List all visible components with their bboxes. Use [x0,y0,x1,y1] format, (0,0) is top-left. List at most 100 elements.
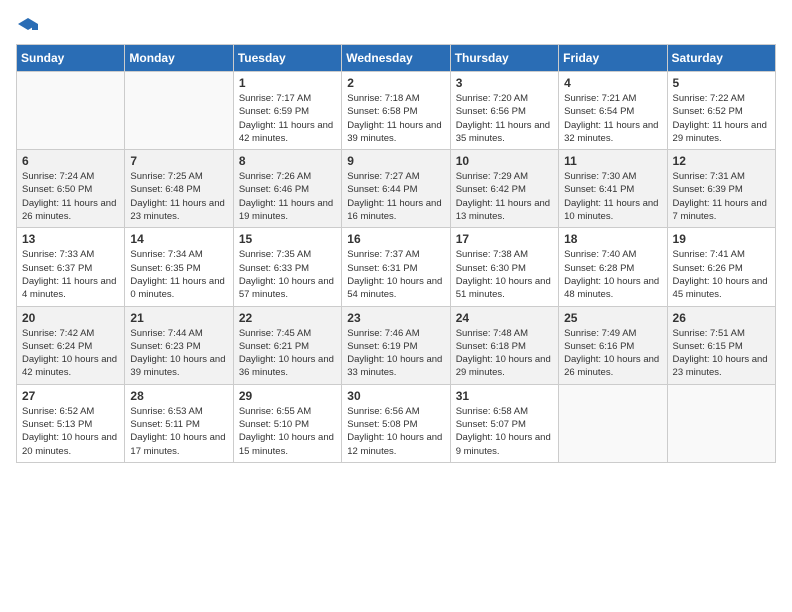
day-info: Sunrise: 7:30 AM Sunset: 6:41 PM Dayligh… [564,170,661,223]
day-info: Sunrise: 7:42 AM Sunset: 6:24 PM Dayligh… [22,327,119,380]
day-info: Sunrise: 7:21 AM Sunset: 6:54 PM Dayligh… [564,92,661,145]
calendar-day-cell: 14 Sunrise: 7:34 AM Sunset: 6:35 PM Dayli… [125,228,233,306]
day-info: Sunrise: 7:33 AM Sunset: 6:37 PM Dayligh… [22,248,119,301]
calendar-day-cell: 29 Sunrise: 6:55 AM Sunset: 5:10 PM Dayli… [233,384,341,462]
day-info: Sunrise: 7:40 AM Sunset: 6:28 PM Dayligh… [564,248,661,301]
calendar-week-row: 6 Sunrise: 7:24 AM Sunset: 6:50 PM Daylig… [17,150,776,228]
day-number: 26 [673,311,770,325]
day-number: 18 [564,232,661,246]
calendar-day-cell: 27 Sunrise: 6:52 AM Sunset: 5:13 PM Dayli… [17,384,125,462]
day-number: 11 [564,154,661,168]
calendar-day-cell: 18 Sunrise: 7:40 AM Sunset: 6:28 PM Dayli… [559,228,667,306]
day-number: 14 [130,232,227,246]
logo [16,16,38,32]
day-info: Sunrise: 7:27 AM Sunset: 6:44 PM Dayligh… [347,170,444,223]
day-number: 2 [347,76,444,90]
calendar-day-cell: 15 Sunrise: 7:35 AM Sunset: 6:33 PM Dayli… [233,228,341,306]
calendar-day-cell: 11 Sunrise: 7:30 AM Sunset: 6:41 PM Dayli… [559,150,667,228]
day-number: 17 [456,232,553,246]
calendar-day-cell: 24Sunrise: 7:48 AM Sunset: 6:18 PM Dayli… [450,306,558,384]
day-info: Sunrise: 6:55 AM Sunset: 5:10 PM Dayligh… [239,405,336,458]
day-of-week-header: Thursday [450,45,558,72]
day-info: Sunrise: 7:29 AM Sunset: 6:42 PM Dayligh… [456,170,553,223]
day-info: Sunrise: 7:45 AM Sunset: 6:21 PM Dayligh… [239,327,336,380]
day-number: 31 [456,389,553,403]
day-of-week-header: Friday [559,45,667,72]
calendar-day-cell: 12Sunrise: 7:31 AM Sunset: 6:39 PM Dayli… [667,150,775,228]
day-number: 8 [239,154,336,168]
day-number: 19 [673,232,770,246]
calendar-day-cell: 16 Sunrise: 7:37 AM Sunset: 6:31 PM Dayli… [342,228,450,306]
calendar-day-cell: 31 Sunrise: 6:58 AM Sunset: 5:07 PM Dayli… [450,384,558,462]
day-info: Sunrise: 6:52 AM Sunset: 5:13 PM Dayligh… [22,405,119,458]
day-info: Sunrise: 7:35 AM Sunset: 6:33 PM Dayligh… [239,248,336,301]
day-info: Sunrise: 7:37 AM Sunset: 6:31 PM Dayligh… [347,248,444,301]
day-number: 12 [673,154,770,168]
day-number: 22 [239,311,336,325]
day-info: Sunrise: 7:48 AM Sunset: 6:18 PM Dayligh… [456,327,553,380]
day-of-week-header: Wednesday [342,45,450,72]
calendar-header-row: SundayMondayTuesdayWednesdayThursdayFrid… [17,45,776,72]
day-number: 23 [347,311,444,325]
calendar-day-cell: 21 Sunrise: 7:44 AM Sunset: 6:23 PM Dayli… [125,306,233,384]
day-of-week-header: Sunday [17,45,125,72]
calendar-day-cell: 8 Sunrise: 7:26 AM Sunset: 6:46 PM Daylig… [233,150,341,228]
calendar-week-row: 13 Sunrise: 7:33 AM Sunset: 6:37 PM Dayli… [17,228,776,306]
calendar-table: SundayMondayTuesdayWednesdayThursdayFrid… [16,44,776,463]
calendar-day-cell: 1 Sunrise: 7:17 AM Sunset: 6:59 PM Daylig… [233,72,341,150]
calendar-day-cell: 5 Sunrise: 7:22 AM Sunset: 6:52 PM Daylig… [667,72,775,150]
calendar-week-row: 20 Sunrise: 7:42 AM Sunset: 6:24 PM Dayli… [17,306,776,384]
day-number: 9 [347,154,444,168]
day-info: Sunrise: 6:58 AM Sunset: 5:07 PM Dayligh… [456,405,553,458]
day-number: 15 [239,232,336,246]
day-info: Sunrise: 7:51 AM Sunset: 6:15 PM Dayligh… [673,327,770,380]
calendar-day-cell: 28Sunrise: 6:53 AM Sunset: 5:11 PM Dayli… [125,384,233,462]
day-info: Sunrise: 7:26 AM Sunset: 6:46 PM Dayligh… [239,170,336,223]
day-of-week-header: Saturday [667,45,775,72]
day-number: 7 [130,154,227,168]
day-number: 13 [22,232,119,246]
day-number: 3 [456,76,553,90]
day-info: Sunrise: 7:41 AM Sunset: 6:26 PM Dayligh… [673,248,770,301]
day-number: 21 [130,311,227,325]
day-info: Sunrise: 7:34 AM Sunset: 6:35 PM Dayligh… [130,248,227,301]
calendar-day-cell [125,72,233,150]
day-of-week-header: Monday [125,45,233,72]
calendar-day-cell: 10 Sunrise: 7:29 AM Sunset: 6:42 PM Dayli… [450,150,558,228]
day-number: 20 [22,311,119,325]
day-number: 5 [673,76,770,90]
day-number: 4 [564,76,661,90]
calendar-day-cell: 19 Sunrise: 7:41 AM Sunset: 6:26 PM Dayli… [667,228,775,306]
day-info: Sunrise: 7:24 AM Sunset: 6:50 PM Dayligh… [22,170,119,223]
day-number: 16 [347,232,444,246]
day-number: 27 [22,389,119,403]
day-info: Sunrise: 7:17 AM Sunset: 6:59 PM Dayligh… [239,92,336,145]
calendar-day-cell: 30 Sunrise: 6:56 AM Sunset: 5:08 PM Dayli… [342,384,450,462]
day-info: Sunrise: 7:49 AM Sunset: 6:16 PM Dayligh… [564,327,661,380]
calendar-day-cell [17,72,125,150]
calendar-day-cell: 2Sunrise: 7:18 AM Sunset: 6:58 PM Daylig… [342,72,450,150]
logo-bird-icon [18,16,38,36]
day-number: 25 [564,311,661,325]
calendar-day-cell: 22 Sunrise: 7:45 AM Sunset: 6:21 PM Dayli… [233,306,341,384]
day-number: 29 [239,389,336,403]
day-info: Sunrise: 7:44 AM Sunset: 6:23 PM Dayligh… [130,327,227,380]
day-number: 10 [456,154,553,168]
day-info: Sunrise: 7:22 AM Sunset: 6:52 PM Dayligh… [673,92,770,145]
day-number: 1 [239,76,336,90]
calendar-day-cell: 23Sunrise: 7:46 AM Sunset: 6:19 PM Dayli… [342,306,450,384]
day-number: 6 [22,154,119,168]
day-info: Sunrise: 6:56 AM Sunset: 5:08 PM Dayligh… [347,405,444,458]
calendar-day-cell: 9 Sunrise: 7:27 AM Sunset: 6:44 PM Daylig… [342,150,450,228]
calendar-day-cell: 7 Sunrise: 7:25 AM Sunset: 6:48 PM Daylig… [125,150,233,228]
day-of-week-header: Tuesday [233,45,341,72]
calendar-day-cell [667,384,775,462]
calendar-week-row: 27 Sunrise: 6:52 AM Sunset: 5:13 PM Dayli… [17,384,776,462]
day-number: 30 [347,389,444,403]
day-info: Sunrise: 7:25 AM Sunset: 6:48 PM Dayligh… [130,170,227,223]
day-number: 28 [130,389,227,403]
calendar-day-cell: 17Sunrise: 7:38 AM Sunset: 6:30 PM Dayli… [450,228,558,306]
calendar-day-cell: 20 Sunrise: 7:42 AM Sunset: 6:24 PM Dayli… [17,306,125,384]
day-info: Sunrise: 7:20 AM Sunset: 6:56 PM Dayligh… [456,92,553,145]
page-header [16,16,776,32]
